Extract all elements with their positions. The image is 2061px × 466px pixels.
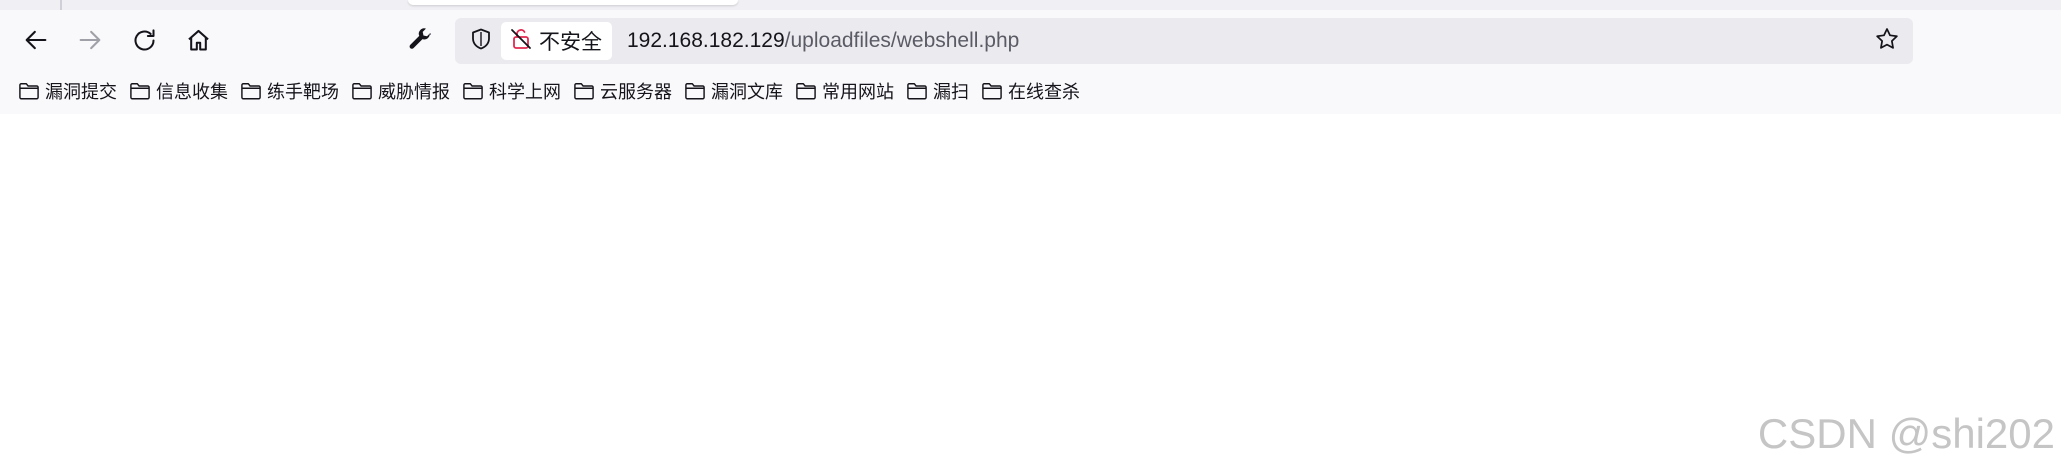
url-bar[interactable]: 不安全 192.168.182.129/uploadfiles/webshell… bbox=[455, 18, 1913, 64]
bookmark-label: 云服务器 bbox=[600, 82, 672, 103]
bookmark-folder[interactable]: 漏洞提交 bbox=[16, 76, 127, 106]
arrow-right-icon bbox=[76, 26, 104, 54]
bookmark-label: 常用网站 bbox=[822, 82, 894, 103]
tab-strip bbox=[0, 0, 2061, 10]
bookmark-folder[interactable]: 云服务器 bbox=[571, 76, 682, 106]
navigation-toolbar: 不安全 192.168.182.129/uploadfiles/webshell… bbox=[0, 12, 2061, 68]
folder-icon bbox=[982, 83, 1002, 100]
bookmarks-toolbar: 漏洞提交 信息收集 练手靶场 威胁情报 科学上网 云服务器 漏洞文库 常用网站 bbox=[0, 76, 2061, 106]
security-label: 不安全 bbox=[539, 30, 602, 54]
bookmark-label: 漏扫 bbox=[933, 82, 969, 103]
url-text[interactable]: 192.168.182.129/uploadfiles/webshell.php bbox=[627, 18, 1019, 64]
bookmark-folder[interactable]: 常用网站 bbox=[793, 76, 904, 106]
bookmark-label: 漏洞提交 bbox=[45, 82, 117, 103]
home-icon bbox=[185, 27, 212, 54]
shield-icon bbox=[469, 27, 493, 56]
bookmark-label: 练手靶场 bbox=[267, 82, 339, 103]
active-tab[interactable] bbox=[408, 0, 738, 5]
bookmark-label: 漏洞文库 bbox=[711, 82, 783, 103]
bookmark-page-button[interactable] bbox=[1869, 23, 1905, 59]
bookmark-label: 科学上网 bbox=[489, 82, 561, 103]
bookmark-label: 威胁情报 bbox=[378, 82, 450, 103]
folder-icon bbox=[352, 83, 372, 100]
folder-icon bbox=[130, 83, 150, 100]
reload-button[interactable] bbox=[124, 20, 164, 60]
insecure-lock-icon bbox=[509, 27, 533, 56]
folder-icon bbox=[574, 83, 594, 100]
watermark: CSDN @shi202 bbox=[1757, 410, 2055, 457]
tools-button[interactable] bbox=[400, 20, 440, 60]
home-button[interactable] bbox=[178, 20, 218, 60]
folder-icon bbox=[19, 83, 39, 100]
bookmark-folder[interactable]: 科学上网 bbox=[460, 76, 571, 106]
star-icon bbox=[1874, 26, 1900, 57]
bookmark-folder[interactable]: 在线查杀 bbox=[979, 76, 1090, 106]
back-button[interactable] bbox=[16, 20, 56, 60]
bookmark-folder[interactable]: 信息收集 bbox=[127, 76, 238, 106]
arrow-left-icon bbox=[22, 26, 50, 54]
tab-divider bbox=[60, 0, 62, 10]
folder-icon bbox=[463, 83, 483, 100]
folder-icon bbox=[241, 83, 261, 100]
url-path: /uploadfiles/webshell.php bbox=[784, 29, 1020, 52]
forward-button[interactable] bbox=[70, 20, 110, 60]
bookmark-folder[interactable]: 练手靶场 bbox=[238, 76, 349, 106]
bookmark-label: 信息收集 bbox=[156, 82, 228, 103]
wrench-icon bbox=[407, 27, 433, 53]
folder-icon bbox=[685, 83, 705, 100]
bookmark-folder[interactable]: 威胁情报 bbox=[349, 76, 460, 106]
site-security-indicator[interactable]: 不安全 bbox=[501, 22, 612, 60]
bookmark-folder[interactable]: 漏扫 bbox=[904, 76, 979, 106]
bookmark-label: 在线查杀 bbox=[1008, 82, 1080, 103]
browser-chrome: 不安全 192.168.182.129/uploadfiles/webshell… bbox=[0, 0, 2061, 114]
folder-icon bbox=[796, 83, 816, 100]
reload-icon bbox=[131, 27, 158, 54]
bookmark-folder[interactable]: 漏洞文库 bbox=[682, 76, 793, 106]
tracking-protection-button[interactable] bbox=[463, 23, 499, 59]
folder-icon bbox=[907, 83, 927, 100]
url-host: 192.168.182.129 bbox=[627, 29, 785, 52]
